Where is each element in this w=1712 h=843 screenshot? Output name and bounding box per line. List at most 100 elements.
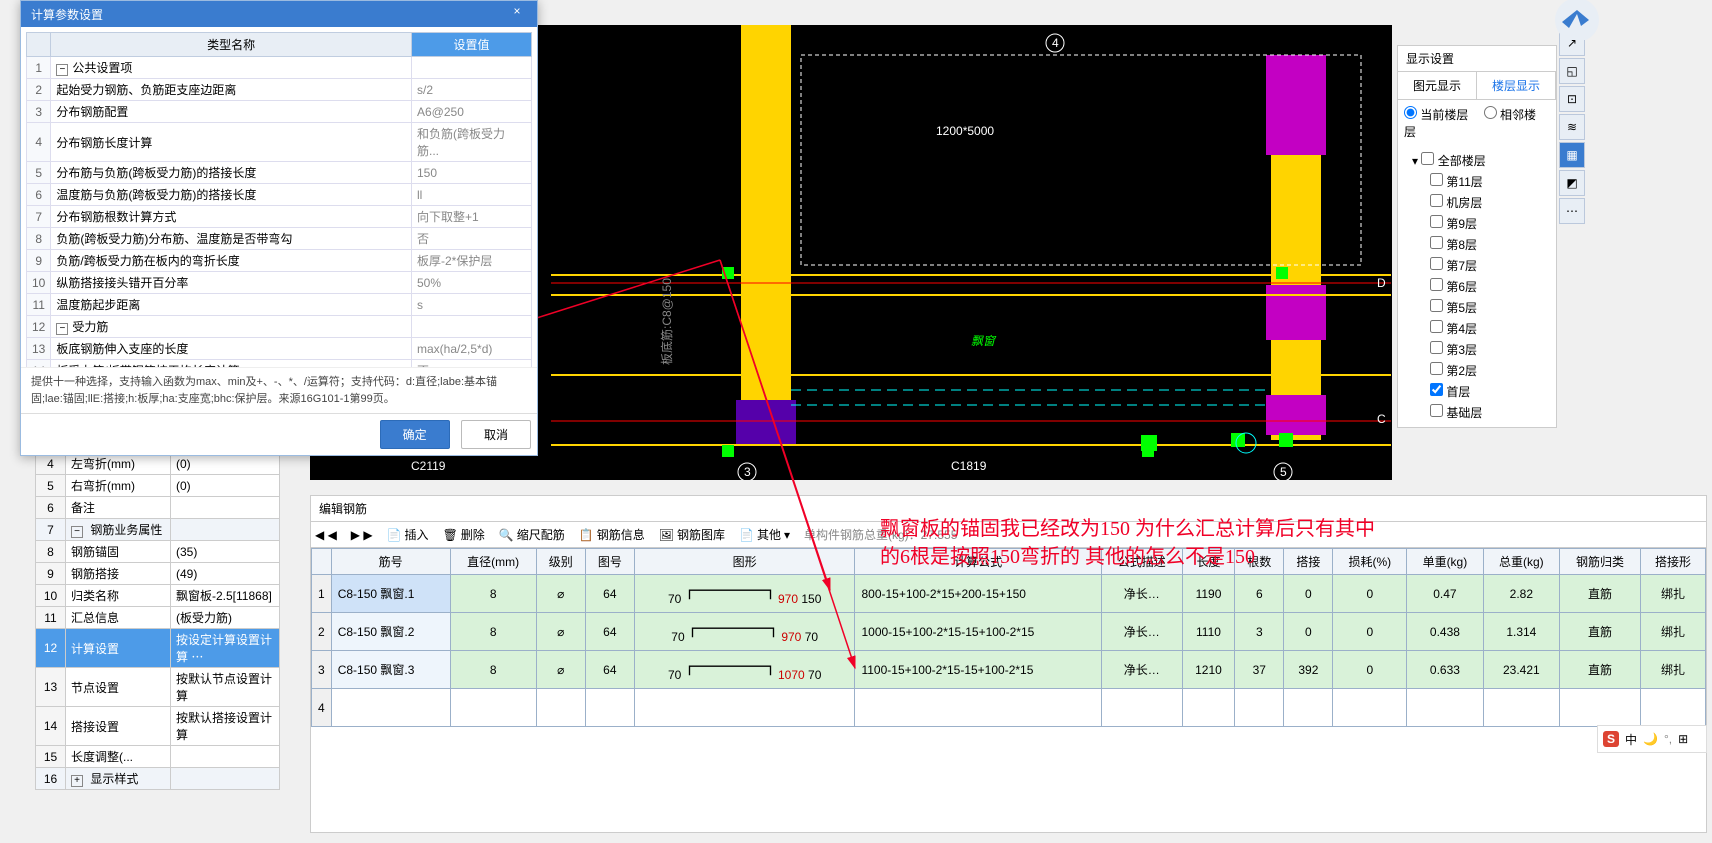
property-row[interactable]: 8 钢筋锚固(35): [36, 541, 280, 563]
steel-row[interactable]: 1C8-150 飘窗.18⌀64 70 970 150 800-15+100-2…: [312, 575, 1706, 613]
floor-node[interactable]: 基础层: [1406, 402, 1548, 423]
col-typename: 类型名称: [51, 33, 412, 57]
param-row[interactable]: 6 温度筋与负筋(跨板受力筋)的搭接长度ll: [27, 184, 532, 206]
steel-col-header: 图号: [585, 549, 634, 575]
steel-col-header: 级别: [536, 549, 585, 575]
dialog-close-button[interactable]: ×: [507, 4, 527, 24]
steel-col-header: 钢筋归类: [1560, 549, 1641, 575]
svg-text:3: 3: [744, 465, 751, 479]
steel-col-header: 直径(mm): [450, 549, 536, 575]
param-row[interactable]: 14 板受力筋/板带钢筋按平均长度计算否: [27, 360, 532, 368]
param-row[interactable]: 12−受力筋: [27, 316, 532, 338]
display-settings-panel: 显示设置 图元显示 楼层显示 当前楼层 相邻楼层 ▾ 全部楼层 第11层 机房层…: [1397, 45, 1557, 428]
steel-col-header: 筋号: [331, 549, 450, 575]
param-row[interactable]: 11 温度筋起步距离s: [27, 294, 532, 316]
svg-text:D: D: [1377, 276, 1386, 290]
steel-row[interactable]: 3C8-150 飘窗.38⌀64 70 1070 70 1100-15+100-…: [312, 651, 1706, 689]
steel-col-header: 计算公式: [855, 549, 1101, 575]
rebar-info-button[interactable]: 📋 钢筋信息: [579, 526, 645, 543]
right-toolbar: ↗ ◱ ⊡ ≋ ▦ ◩ ⋯: [1559, 30, 1587, 226]
dialog-title: 计算参数设置: [31, 6, 103, 23]
tool-panel-icon[interactable]: ▦: [1559, 142, 1585, 168]
property-row[interactable]: 13 节点设置按默认节点设置计算: [36, 668, 280, 707]
property-row[interactable]: 9 钢筋搭接(49): [36, 563, 280, 585]
tool-zoom-icon[interactable]: ⊡: [1559, 86, 1585, 112]
tool-3d-icon[interactable]: ◱: [1559, 58, 1585, 84]
tool-layers-icon[interactable]: ≋: [1559, 114, 1585, 140]
floor-node[interactable]: 第8层: [1406, 234, 1548, 255]
floor-node[interactable]: 第9层: [1406, 213, 1548, 234]
property-row[interactable]: 14 搭接设置按默认搭接设置计算: [36, 707, 280, 746]
property-row[interactable]: 15 长度调整(...: [36, 746, 280, 768]
steel-col-header: 公式描述: [1101, 549, 1182, 575]
ime-indicator[interactable]: S 中🌙°,⊞: [1597, 725, 1707, 753]
steel-col-header: 单重(kg): [1407, 549, 1483, 575]
param-row[interactable]: 4 分布钢筋长度计算和负筋(跨板受力筋...: [27, 123, 532, 162]
tool-more-icon[interactable]: ⋯: [1559, 198, 1585, 224]
steel-col-header: 损耗(%): [1333, 549, 1407, 575]
param-row[interactable]: 8 负筋(跨板受力筋)分布筋、温度筋是否带弯勾否: [27, 228, 532, 250]
property-row[interactable]: 7− 钢筋业务属性: [36, 519, 280, 541]
tab-floor-display[interactable]: 楼层显示: [1477, 72, 1556, 99]
param-row[interactable]: 1−公共设置项: [27, 57, 532, 79]
svg-text:C2119: C2119: [411, 459, 446, 473]
param-row[interactable]: 3 分布钢筋配置A6@250: [27, 101, 532, 123]
steel-row[interactable]: 2C8-150 飘窗.28⌀64 70 970 70 1000-15+100-2…: [312, 613, 1706, 651]
property-row[interactable]: 6 备注: [36, 497, 280, 519]
floor-node[interactable]: 第4层: [1406, 318, 1548, 339]
floor-node[interactable]: 第2层: [1406, 360, 1548, 381]
delete-button[interactable]: 🗑 删除: [443, 526, 485, 543]
floor-node[interactable]: 第6层: [1406, 276, 1548, 297]
floor-node[interactable]: 第5层: [1406, 297, 1548, 318]
app-logo-icon: [1547, 0, 1607, 40]
insert-button[interactable]: 📄 插入: [387, 526, 429, 543]
steel-col-header: 长度: [1182, 549, 1235, 575]
svg-text:C: C: [1377, 412, 1386, 426]
property-panel: 3 钢筋信息⌀8@1504 左弯折(mm)(0)5 右弯折(mm)(0)6 备注…: [35, 430, 280, 790]
property-row[interactable]: 11 汇总信息(板受力筋): [36, 607, 280, 629]
svg-text:板底筋:C8@150: 板底筋:C8@150: [659, 278, 674, 365]
radio-current-floor[interactable]: 当前楼层: [1404, 108, 1468, 122]
svg-text:5: 5: [1280, 465, 1287, 479]
other-button[interactable]: 📄 其他 ▾: [739, 526, 790, 543]
property-row[interactable]: 5 右弯折(mm)(0): [36, 475, 280, 497]
steel-col-header: 根数: [1235, 549, 1284, 575]
dialog-help-text: 提供十一种选择，支持输入函数为max、min及+、-、*、/运算符；支持代码：d…: [21, 367, 537, 413]
steel-col-header: 搭接: [1284, 549, 1333, 575]
floor-node[interactable]: 第3层: [1406, 339, 1548, 360]
svg-text:C1819: C1819: [951, 459, 987, 473]
steel-col-header: 总重(kg): [1483, 549, 1559, 575]
param-row[interactable]: 7 分布钢筋根数计算方式向下取整+1: [27, 206, 532, 228]
svg-text:飘窗: 飘窗: [971, 334, 997, 348]
steel-col-header: 搭接形: [1640, 549, 1705, 575]
floor-node[interactable]: 机房层: [1406, 192, 1548, 213]
param-row[interactable]: 9 负筋/跨板受力筋在板内的弯折长度板厚-2*保护层: [27, 250, 532, 272]
property-row[interactable]: 16+ 显示样式: [36, 768, 280, 790]
svg-text:4: 4: [1052, 36, 1059, 50]
scale-rebar-button[interactable]: 🔍 缩尺配筋: [499, 526, 565, 543]
param-row[interactable]: 5 分布筋与负筋(跨板受力筋)的搭接长度150: [27, 162, 532, 184]
floor-node[interactable]: 第7层: [1406, 255, 1548, 276]
param-row[interactable]: 13 板底钢筋伸入支座的长度max(ha/2,5*d): [27, 338, 532, 360]
tool-cube-icon[interactable]: ◩: [1559, 170, 1585, 196]
steel-edit-panel: 编辑钢筋 ◀ ◀ ▶ ▶ 📄 插入 🗑 删除 🔍 缩尺配筋 📋 钢筋信息 🖼 钢…: [310, 495, 1707, 833]
svg-text:1200*5000: 1200*5000: [936, 124, 994, 138]
property-row[interactable]: 10 归类名称飘窗板-2.5[11868]: [36, 585, 280, 607]
floor-tree-root[interactable]: ▾ 全部楼层: [1406, 150, 1548, 171]
floor-node[interactable]: 第11层: [1406, 171, 1548, 192]
col-setvalue: 设置值: [412, 33, 532, 57]
param-row[interactable]: 2 起始受力钢筋、负筋距支座边距离s/2: [27, 79, 532, 101]
tab-element-display[interactable]: 图元显示: [1398, 72, 1477, 99]
calc-params-dialog: 计算参数设置 × 类型名称 设置值 1−公共设置项2 起始受力钢筋、负筋距支座边…: [20, 0, 538, 456]
nav-prev-button[interactable]: ◀ ◀: [315, 528, 337, 542]
rebar-library-button[interactable]: 🖼 钢筋图库: [659, 526, 725, 543]
nav-next-button[interactable]: ▶ ▶: [351, 528, 373, 542]
cancel-button[interactable]: 取消: [461, 420, 531, 449]
ok-button[interactable]: 确定: [380, 420, 450, 449]
total-weight-label: 单构件钢筋总重(kg)：27.555: [804, 526, 957, 543]
floor-node[interactable]: 首层: [1406, 381, 1548, 402]
property-row[interactable]: 12 计算设置按设定计算设置计算 ⋯: [36, 629, 280, 668]
param-row[interactable]: 10 纵筋搭接接头错开百分率50%: [27, 272, 532, 294]
steel-col-header: 图形: [634, 549, 855, 575]
display-settings-title: 显示设置: [1398, 46, 1556, 72]
